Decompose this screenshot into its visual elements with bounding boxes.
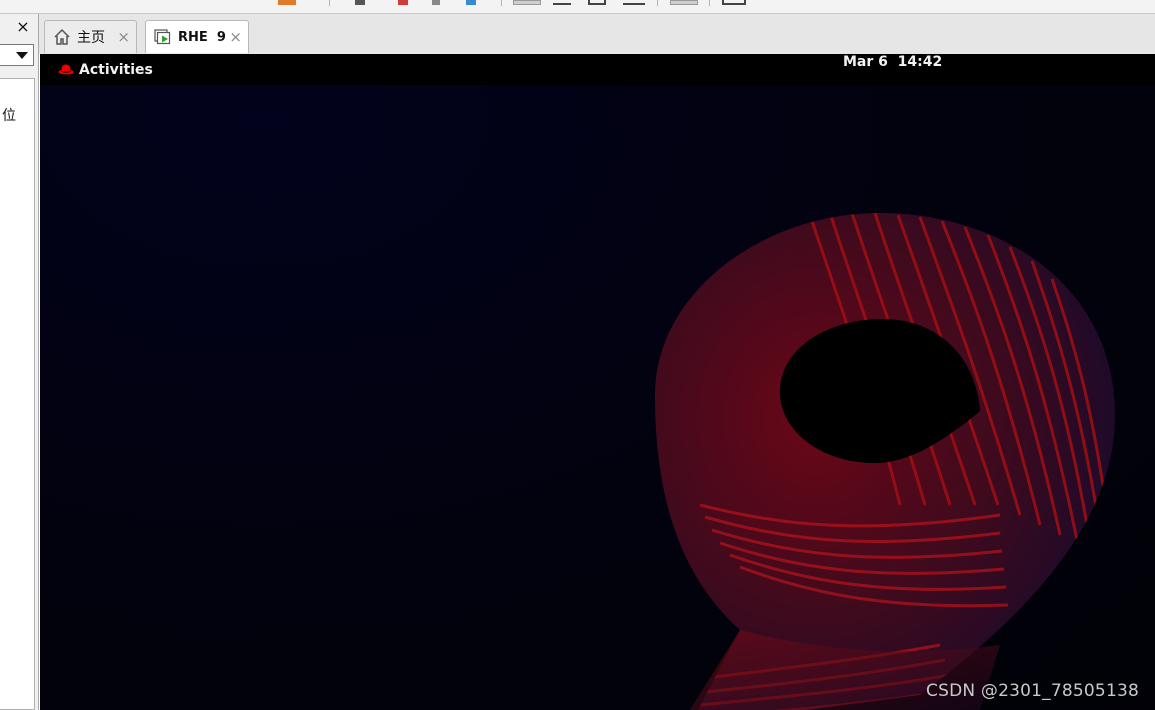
- toolbar-icon[interactable]: [466, 0, 476, 5]
- library-list: 位: [0, 78, 35, 710]
- close-icon[interactable]: ×: [117, 28, 130, 46]
- vm-running-icon: [154, 28, 172, 46]
- gnome-top-bar: Activities Mar 6 14:42: [40, 54, 1155, 85]
- toolbar-icon[interactable]: [553, 0, 571, 5]
- toolbar-icon[interactable]: [623, 0, 645, 5]
- toolbar-icon[interactable]: [355, 0, 365, 5]
- toolbar-icon[interactable]: [588, 0, 606, 5]
- red-hat-9-wallpaper: [655, 213, 1115, 710]
- toolbar-separator: [329, 0, 330, 6]
- watermark: CSDN @2301_78505138: [926, 681, 1139, 701]
- toolbar-icon[interactable]: [513, 0, 541, 5]
- vm-screen[interactable]: Activities Mar 6 14:42: [40, 54, 1155, 710]
- toolbar-separator: [501, 0, 502, 6]
- library-list-item[interactable]: 位: [2, 105, 16, 125]
- tab-bar: 主页 × RHE 9 ×: [39, 14, 1155, 54]
- tab-vm[interactable]: RHE 9 ×: [145, 20, 249, 53]
- activities-button[interactable]: Activities: [58, 54, 153, 85]
- tab-home[interactable]: 主页 ×: [44, 20, 137, 53]
- library-close-button[interactable]: ×: [14, 18, 32, 36]
- library-dropdown[interactable]: [0, 44, 34, 66]
- clock[interactable]: Mar 6 14:42: [843, 54, 942, 85]
- red-hat-logo-icon: [58, 60, 74, 79]
- activities-label: Activities: [79, 61, 153, 78]
- toolbar-separator: [709, 0, 710, 6]
- home-icon: [53, 28, 71, 46]
- toolbar-icon[interactable]: [398, 0, 408, 5]
- close-icon[interactable]: ×: [229, 28, 242, 46]
- toolbar-separator: [657, 0, 658, 6]
- chevron-down-icon: [16, 52, 28, 59]
- toolbar-icon[interactable]: [278, 0, 296, 5]
- tab-vm-label: RHE 9: [178, 29, 226, 45]
- library-panel: × 位: [0, 14, 39, 710]
- toolbar: [0, 0, 1155, 14]
- tab-home-label: 主页: [77, 30, 105, 46]
- toolbar-icon[interactable]: [722, 0, 746, 5]
- toolbar-icon[interactable]: [432, 0, 440, 5]
- toolbar-icon[interactable]: [670, 0, 698, 5]
